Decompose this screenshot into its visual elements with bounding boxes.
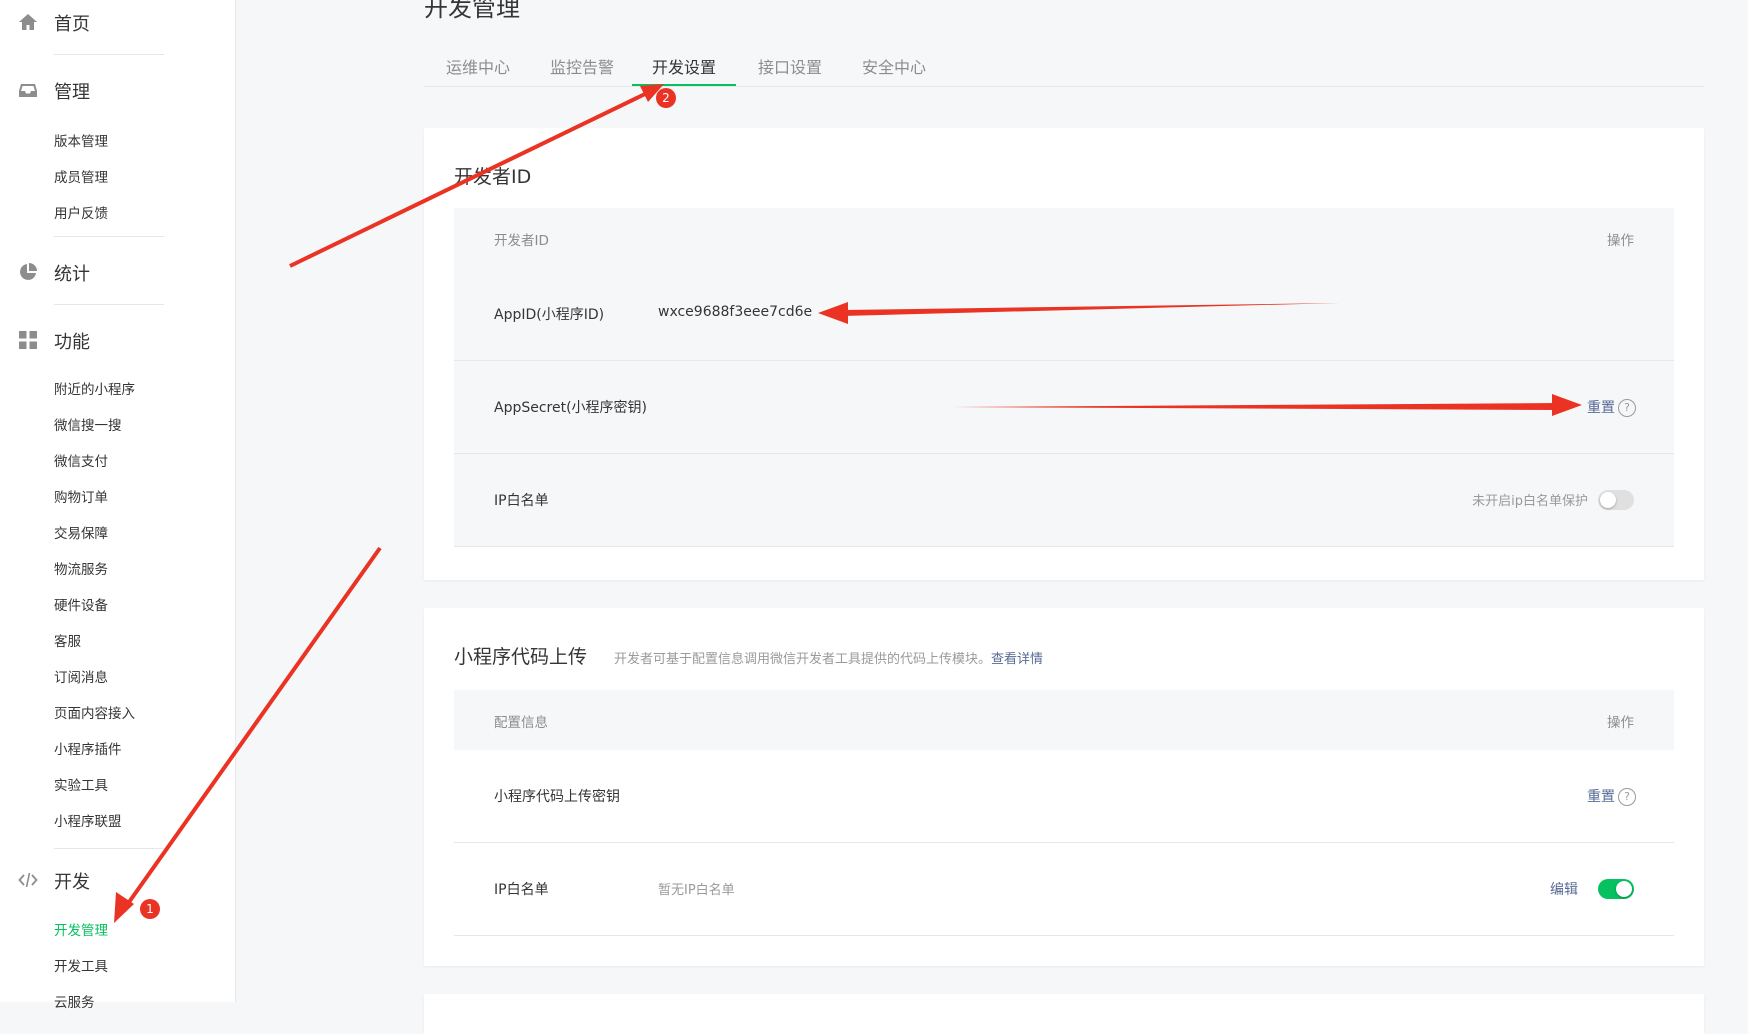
nav-divider (54, 848, 164, 849)
appid-value: wxce9688f3eee7cd6e (658, 304, 813, 320)
sidebar-item-search[interactable]: 微信搜一搜 (54, 414, 122, 434)
col-header-id: 开发者ID (494, 233, 549, 249)
secret-action-group: 重置? (1587, 397, 1636, 417)
code-icon (18, 872, 38, 888)
nav-stats[interactable]: 统计 (0, 252, 235, 292)
tab-api-settings[interactable]: 接口设置 (756, 54, 824, 86)
next-card (424, 994, 1704, 1034)
table-row-ip: IP白名单 未开启ip白名单保护 (454, 454, 1674, 547)
code-upload-desc: 开发者可基于配置信息调用微信开发者工具提供的代码上传模块。查看详情 (614, 648, 1043, 667)
sidebar-item-dev-tools[interactable]: 开发工具 (54, 955, 108, 975)
edit-ip-button[interactable]: 编辑 (1550, 879, 1578, 899)
tab-security[interactable]: 安全中心 (860, 54, 928, 86)
nav-features-label: 功能 (54, 332, 90, 353)
col-header-config: 配置信息 (494, 715, 548, 731)
sidebar-item-nearby[interactable]: 附近的小程序 (54, 378, 135, 398)
developer-id-card: 开发者ID 开发者ID 操作 AppID(小程序ID) wxce9688f3ee… (424, 128, 1704, 580)
table-row-upload-ip: IP白名单 暂无IP白名单 编辑 (454, 843, 1674, 936)
tab-bar: 运维中心 监控告警 开发设置 接口设置 安全中心 (424, 50, 1704, 87)
code-upload-table: 配置信息 操作 小程序代码上传密钥 重置? IP白名单 暂无IP白名单 编辑 (454, 690, 1674, 940)
badge-2: 2 (656, 88, 676, 108)
table-header: 开发者ID 操作 (454, 208, 1674, 268)
nav-manage-label: 管理 (54, 82, 90, 103)
tab-monitor[interactable]: 监控告警 (548, 54, 616, 86)
sidebar-item-pay[interactable]: 微信支付 (54, 450, 108, 470)
sidebar-item-lab[interactable]: 实验工具 (54, 774, 108, 794)
help-icon[interactable]: ? (1618, 399, 1636, 417)
nav-dev-label: 开发 (54, 872, 90, 893)
sidebar-item-orders[interactable]: 购物订单 (54, 486, 108, 506)
upload-key-action-group: 重置? (1587, 786, 1636, 806)
col-header-action: 操作 (1607, 233, 1634, 249)
pie-chart-icon (20, 263, 37, 280)
nav-home[interactable]: 首页 (0, 2, 235, 42)
tab-ops[interactable]: 运维中心 (444, 54, 512, 86)
nav-features[interactable]: 功能 (0, 320, 235, 360)
nav-stats-label: 统计 (54, 264, 90, 285)
sidebar-item-hardware[interactable]: 硬件设备 (54, 594, 108, 614)
nav-home-label: 首页 (54, 14, 90, 35)
nav-divider (54, 236, 164, 237)
reset-upload-key-button[interactable]: 重置 (1587, 789, 1615, 805)
code-upload-desc-text: 开发者可基于配置信息调用微信开发者工具提供的代码上传模块。 (614, 652, 992, 667)
nav-dev[interactable]: 开发 (0, 860, 235, 900)
inbox-icon (19, 84, 37, 97)
table-row-secret: AppSecret(小程序密钥) 重置? (454, 361, 1674, 454)
grid-icon (19, 331, 37, 349)
help-icon[interactable]: ? (1618, 788, 1636, 806)
developer-id-table: 开发者ID 操作 AppID(小程序ID) wxce9688f3eee7cd6e… (454, 208, 1674, 548)
sidebar-item-guarantee[interactable]: 交易保障 (54, 522, 108, 542)
upload-ip-label: IP白名单 (494, 882, 549, 898)
nav-divider (54, 54, 164, 55)
code-upload-card: 小程序代码上传 开发者可基于配置信息调用微信开发者工具提供的代码上传模块。查看详… (424, 608, 1704, 966)
sidebar-item-version[interactable]: 版本管理 (54, 130, 108, 150)
upload-ip-toggle[interactable] (1598, 879, 1634, 899)
table-header: 配置信息 操作 (454, 690, 1674, 750)
sidebar: 首页 管理 版本管理 成员管理 用户反馈 统计 功能 附近的小程序 微信搜一搜 … (0, 0, 236, 1011)
sidebar-item-service[interactable]: 客服 (54, 630, 81, 650)
sidebar-item-content[interactable]: 页面内容接入 (54, 702, 135, 722)
sidebar-item-feedback[interactable]: 用户反馈 (54, 202, 108, 222)
ip-label: IP白名单 (494, 493, 549, 509)
ip-status: 未开启ip白名单保护 (1472, 494, 1588, 509)
nav-manage[interactable]: 管理 (0, 70, 235, 110)
reset-secret-button[interactable]: 重置 (1587, 400, 1615, 416)
upload-ip-value: 暂无IP白名单 (658, 883, 735, 898)
appid-label: AppID(小程序ID) (494, 307, 605, 323)
toggle-knob (1616, 881, 1632, 897)
toggle-knob (1600, 492, 1616, 508)
sidebar-item-cloud[interactable]: 云服务 (54, 991, 95, 1011)
col-header-action: 操作 (1607, 715, 1634, 731)
tab-dev-settings[interactable]: 开发设置 (632, 54, 736, 86)
home-icon (19, 14, 37, 30)
page-title: 开发管理 (424, 0, 520, 22)
upload-key-label: 小程序代码上传密钥 (494, 789, 620, 805)
nav-divider (54, 304, 164, 305)
sidebar-item-alliance[interactable]: 小程序联盟 (54, 810, 122, 830)
sidebar-item-members[interactable]: 成员管理 (54, 166, 108, 186)
ip-protection-toggle[interactable] (1598, 490, 1634, 510)
code-upload-title: 小程序代码上传 (454, 646, 588, 668)
secret-label: AppSecret(小程序密钥) (494, 400, 648, 416)
table-row-appid: AppID(小程序ID) wxce9688f3eee7cd6e (454, 268, 1674, 361)
sidebar-item-plugin[interactable]: 小程序插件 (54, 738, 122, 758)
sidebar-item-dev-manage[interactable]: 开发管理 (54, 919, 108, 939)
view-details-link[interactable]: 查看详情 (991, 652, 1043, 667)
developer-id-title: 开发者ID (454, 166, 532, 188)
sidebar-item-logistics[interactable]: 物流服务 (54, 558, 108, 578)
badge-2-label: 2 (662, 91, 670, 105)
sidebar-item-subscribe[interactable]: 订阅消息 (54, 666, 108, 686)
table-row-upload-key: 小程序代码上传密钥 重置? (454, 750, 1674, 843)
